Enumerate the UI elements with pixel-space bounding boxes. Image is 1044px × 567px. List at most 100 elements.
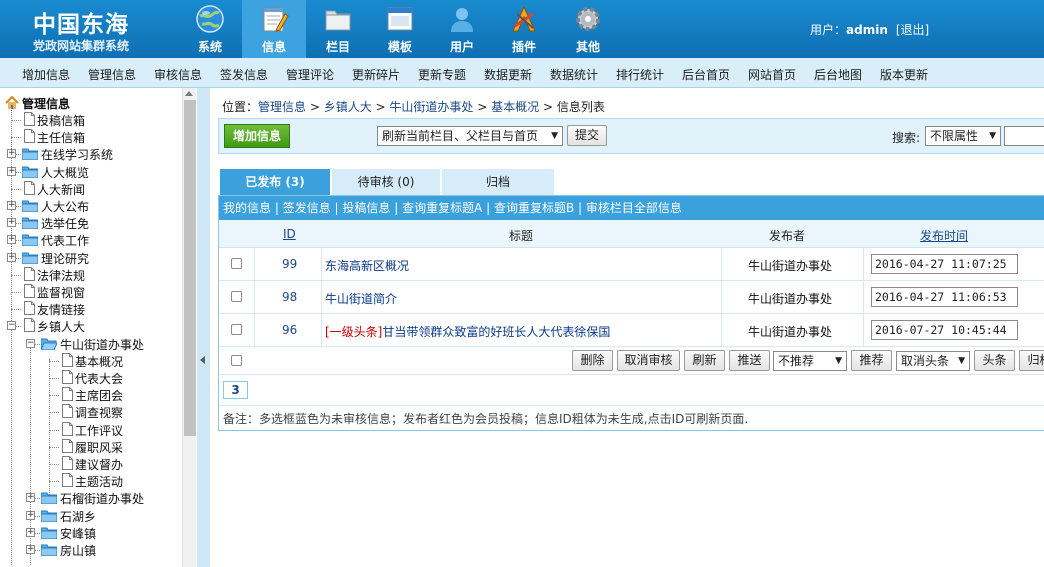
refresh-button[interactable]: 刷新 (684, 350, 725, 371)
tree-item-delegate-work[interactable]: + 代表工作 (0, 232, 182, 249)
menu-review-info[interactable]: 审核信息 (154, 66, 202, 83)
headline-button[interactable]: 头条 (974, 350, 1015, 371)
logout-link[interactable]: [退出] (896, 23, 929, 37)
nav-plugin[interactable]: 插件 (492, 0, 556, 58)
archive-button[interactable]: 归档 (1019, 350, 1044, 371)
recommend-button[interactable]: 推荐 (851, 350, 892, 371)
menu-manage-comments[interactable]: 管理评论 (286, 66, 334, 83)
expand-toggle-icon[interactable]: + (7, 201, 16, 210)
row-id[interactable]: 99 (282, 257, 297, 271)
scroll-thumb[interactable] (184, 100, 196, 436)
tree-item-inbox[interactable]: 投稿信箱 (0, 112, 182, 129)
tree-item-theory-research[interactable]: + 理论研究 (0, 250, 182, 267)
row-publish-time-field[interactable]: 2016-04-27 11:06:53 (871, 287, 1018, 307)
menu-site-home[interactable]: 网站首页 (748, 66, 796, 83)
push-button[interactable]: 推送 (729, 350, 770, 371)
tree-item-inspection[interactable]: 调查视察 (0, 404, 182, 421)
menu-admin-map[interactable]: 后台地图 (814, 66, 862, 83)
tab-pending[interactable]: 待审核 (0) (332, 169, 440, 195)
tree-item-basic-overview[interactable]: 基本概况 (0, 352, 182, 370)
nav-template[interactable]: 模板 (368, 0, 432, 58)
tree-item-announcements[interactable]: + 人大公布 (0, 198, 182, 215)
subnav-signed-info[interactable]: 签发信息 (283, 201, 331, 215)
row-checkbox[interactable] (231, 258, 242, 269)
tree-item-work-review[interactable]: 工作评议 (0, 421, 182, 439)
subnav-duplicate-a[interactable]: 查询重复标题A (402, 201, 482, 215)
breadcrumb-item[interactable]: 牛山街道办事处 (389, 100, 473, 114)
select-all-checkbox[interactable] (231, 355, 242, 366)
menu-ranking-stats[interactable]: 排行统计 (616, 66, 664, 83)
row-id[interactable]: 98 (282, 290, 297, 304)
breadcrumb-item[interactable]: 乡镇人大 (324, 100, 372, 114)
sidebar-collapse-splitter[interactable] (197, 88, 210, 567)
subnav-review-all[interactable]: 审核栏目全部信息 (586, 201, 682, 215)
row-title[interactable]: [一级头条]甘当带领群众致富的好班长人大代表徐保国 (325, 323, 610, 340)
tree-item-shiliu-office[interactable]: + 石榴街道办事处 (0, 490, 182, 507)
tree-item-fangshan-town[interactable]: + 房山镇 (0, 542, 182, 559)
submit-button[interactable]: 提交 (567, 125, 607, 146)
row-title[interactable]: 牛山街道简介 (325, 290, 397, 307)
expand-toggle-icon[interactable]: + (26, 493, 35, 503)
menu-version-update[interactable]: 版本更新 (880, 66, 928, 83)
row-checkbox[interactable] (231, 324, 242, 335)
tree-item-director-mailbox[interactable]: 主任信箱 (0, 129, 182, 146)
tree-item-theme-activities[interactable]: 主题活动 (0, 473, 182, 490)
tree-item-congress-meeting[interactable]: 代表大会 (0, 370, 182, 387)
expand-toggle-icon[interactable]: + (26, 527, 35, 537)
menu-add-info[interactable]: 增加信息 (22, 66, 70, 83)
row-id[interactable]: 96 (282, 323, 297, 337)
menu-data-stats[interactable]: 数据统计 (550, 66, 598, 83)
expand-toggle-icon[interactable]: + (26, 510, 35, 520)
subnav-submitted-info[interactable]: 投稿信息 (342, 201, 390, 215)
nav-other[interactable]: 其他 (556, 0, 620, 58)
nav-info[interactable]: 信息 (242, 0, 306, 58)
scroll-up-arrow-icon[interactable] (185, 91, 193, 96)
expand-toggle-icon[interactable]: + (7, 252, 16, 262)
column-publish-time[interactable]: 发布时间 (920, 227, 968, 244)
collapse-left-arrow-icon[interactable] (200, 356, 205, 364)
headline-select[interactable]: 取消头条 ▼ (896, 351, 970, 371)
breadcrumb-item[interactable]: 基本概况 (491, 100, 539, 114)
expand-toggle-icon[interactable]: + (7, 218, 16, 228)
tree-item-niushan-office[interactable]: − 牛山街道办事处 (0, 336, 182, 353)
subnav-duplicate-b[interactable]: 查询重复标题B (494, 201, 574, 215)
add-info-button[interactable]: 增加信息 (224, 124, 290, 148)
recommend-select[interactable]: 不推荐 ▼ (773, 351, 847, 371)
row-publish-time-field[interactable]: 2016-07-27 10:45:44 (871, 320, 1018, 340)
tree-item-town-congress[interactable]: − 乡镇人大 (0, 318, 182, 335)
expand-toggle-icon[interactable]: + (7, 235, 16, 245)
menu-update-topics[interactable]: 更新专题 (418, 66, 466, 83)
tree-item-online-learning[interactable]: + 在线学习系统 (0, 146, 182, 163)
collapse-toggle-icon[interactable]: − (7, 321, 16, 331)
row-publish-time-field[interactable]: 2016-04-27 11:07:25 (871, 254, 1018, 274)
row-title[interactable]: 东海高新区概况 (325, 257, 409, 274)
tree-item-laws[interactable]: 法律法规 (0, 266, 182, 284)
tree-item-friend-links[interactable]: 友情链接 (0, 301, 182, 318)
search-attribute-select[interactable]: 不限属性 ▼ (925, 126, 1001, 146)
tree-item-overview[interactable]: + 人大概览 (0, 164, 182, 181)
expand-toggle-icon[interactable]: + (26, 545, 35, 554)
tree-item-news[interactable]: 人大新闻 (0, 180, 182, 198)
tree-item-elections[interactable]: + 选举任免 (0, 215, 182, 232)
subnav-my-info[interactable]: 我的信息 (223, 201, 271, 215)
tab-archive[interactable]: 归档 (442, 169, 554, 195)
nav-system[interactable]: 系统 (178, 0, 242, 58)
menu-sign-info[interactable]: 签发信息 (220, 66, 268, 83)
tree-item-proposal-supervision[interactable]: 建议督办 (0, 456, 182, 473)
nav-column[interactable]: 栏目 (306, 0, 370, 58)
search-input[interactable] (1004, 126, 1044, 146)
tree-item-anfeng-town[interactable]: + 安峰镇 (0, 525, 182, 542)
expand-toggle-icon[interactable]: + (7, 166, 16, 176)
nav-user[interactable]: 用户 (430, 0, 494, 58)
expand-toggle-icon[interactable]: + (7, 149, 16, 159)
collapse-toggle-icon[interactable]: − (26, 338, 35, 348)
tree-item-performance[interactable]: 履职风采 (0, 438, 182, 456)
refresh-scope-select[interactable]: 刷新当前栏目、父栏目与首页 ▼ (377, 126, 563, 146)
menu-update-fragments[interactable]: 更新碎片 (352, 66, 400, 83)
breadcrumb-item[interactable]: 管理信息 (258, 100, 306, 114)
tree-item-supervision[interactable]: 监督视窗 (0, 284, 182, 301)
delete-button[interactable]: 删除 (572, 350, 613, 371)
tab-published[interactable]: 已发布 (3) (220, 169, 330, 195)
row-checkbox[interactable] (231, 291, 242, 302)
menu-admin-home[interactable]: 后台首页 (682, 66, 730, 83)
